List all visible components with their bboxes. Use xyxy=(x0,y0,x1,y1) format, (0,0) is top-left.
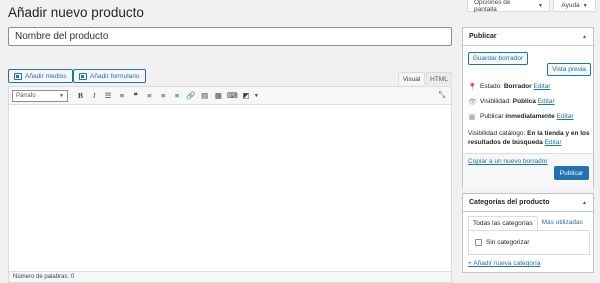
collapse-icon[interactable]: ▲ xyxy=(582,200,587,206)
fullscreen-icon[interactable]: ⤡ xyxy=(439,90,445,100)
visibility-value: Pública xyxy=(512,98,536,105)
tab-html[interactable]: HTML xyxy=(426,72,452,85)
publish-box: Publicar ▲ Guardar borrador Vista previa… xyxy=(462,27,594,189)
caret-down-icon: ▼ xyxy=(538,2,543,9)
category-label: Sin categorizar xyxy=(486,239,530,246)
status-row: 📍 Estado: Borrador Editar xyxy=(468,83,550,91)
add-form-label: Añadir formulario xyxy=(90,72,140,80)
copy-draft-link[interactable]: Copiar a un nuevo borrador xyxy=(468,158,548,165)
calendar-icon: ▦ xyxy=(468,114,476,121)
toolbar-toggle-icon[interactable]: ▦ xyxy=(212,90,225,102)
align-center-icon[interactable]: ≡ xyxy=(157,90,170,102)
collapse-icon[interactable]: ▲ xyxy=(582,34,587,40)
visibility-row: 👁 Visibilidad: Pública Editar xyxy=(468,98,555,106)
product-title-input[interactable]: Nombre del producto xyxy=(8,27,452,46)
publish-label: Publicar xyxy=(480,113,504,120)
category-list: Sin categorizar xyxy=(468,230,590,255)
categories-tabs: Todas las categorías Más utilizadas xyxy=(468,216,590,230)
chevron-down-icon: ▼ xyxy=(59,92,64,99)
add-media-label: Añadir medios xyxy=(25,72,67,80)
blockquote-icon[interactable]: ❝ xyxy=(129,90,142,102)
link-icon[interactable]: 🔗 xyxy=(184,90,197,102)
edit-status-link[interactable]: Editar xyxy=(533,83,550,90)
tab-most-used[interactable]: Más utilizadas xyxy=(538,216,587,230)
eye-icon: 👁 xyxy=(468,99,477,106)
form-icon[interactable]: ◩ xyxy=(240,90,253,102)
pin-icon: 📍 xyxy=(468,84,477,91)
schedule-row: ▦ Publicar inmediatamente Editar xyxy=(468,113,574,121)
tab-all-categories[interactable]: Todas las categorías xyxy=(468,216,538,230)
align-right-icon[interactable]: ≡ xyxy=(171,90,184,102)
numbered-list-icon[interactable]: ≡ xyxy=(115,90,128,102)
catalog-label: Visibilidad catálogo: xyxy=(468,130,526,137)
format-select-value: Párrafo xyxy=(16,92,36,99)
screen-options-button[interactable]: Opciones de pantalla ▼ xyxy=(467,0,550,13)
edit-schedule-link[interactable]: Editar xyxy=(557,113,574,120)
add-form-button[interactable]: Añadir formulario xyxy=(73,69,146,83)
chevron-down-icon[interactable]: ▼ xyxy=(253,90,259,102)
add-media-button[interactable]: Añadir medios xyxy=(8,69,73,83)
editor-toolbar: Párrafo ▼ B I ☰ ≡ ❝ ≡ ≡ ≡ 🔗 ▤ ▦ ⌨ ◩ ▼ ⤡ xyxy=(9,87,451,105)
page-title: Añadir nuevo producto xyxy=(8,5,144,20)
read-more-icon[interactable]: ▤ xyxy=(198,90,211,102)
caret-down-icon: ▼ xyxy=(582,2,588,9)
product-title-placeholder: Nombre del producto xyxy=(15,31,109,42)
categories-panel: Todas las categorías Más utilizadas Sin … xyxy=(468,216,590,255)
align-left-icon[interactable]: ≡ xyxy=(143,90,156,102)
publish-button[interactable]: Publicar xyxy=(554,166,589,180)
categories-box: Categorías del producto ▲ Todas las cate… xyxy=(462,193,594,273)
italic-icon[interactable]: I xyxy=(88,90,101,102)
edit-catalog-link[interactable]: Editar xyxy=(545,139,562,146)
screen-options-label: Opciones de pantalla xyxy=(474,0,511,13)
status-label: Estado: xyxy=(480,83,503,90)
format-select[interactable]: Párrafo ▼ xyxy=(12,89,68,102)
keyboard-icon[interactable]: ⌨ xyxy=(226,90,239,102)
save-draft-button[interactable]: Guardar borrador xyxy=(468,52,528,65)
bullet-list-icon[interactable]: ☰ xyxy=(102,90,115,102)
add-category-link[interactable]: + Añadir nueva categoría xyxy=(468,260,540,267)
form-icon xyxy=(79,72,87,80)
edit-visibility-link[interactable]: Editar xyxy=(538,98,555,105)
tab-visual[interactable]: Visual xyxy=(398,72,425,85)
visibility-label: Visibilidad: xyxy=(480,98,511,105)
catalog-visibility-row: Visibilidad catálogo: En la tienda y en … xyxy=(468,129,590,148)
publish-actions: Copiar a un nuevo borrador Publicar xyxy=(463,153,593,189)
preview-button[interactable]: Vista previa xyxy=(547,63,591,76)
category-checkbox[interactable] xyxy=(475,239,482,246)
word-count: Número de palabras: 0 xyxy=(9,271,451,282)
publish-heading: Publicar xyxy=(469,33,497,40)
help-label: Ayuda xyxy=(561,2,580,9)
bold-icon[interactable]: B xyxy=(74,90,87,102)
content-editor[interactable]: Párrafo ▼ B I ☰ ≡ ❝ ≡ ≡ ≡ 🔗 ▤ ▦ ⌨ ◩ ▼ ⤡ … xyxy=(8,86,452,283)
categories-heading: Categorías del producto xyxy=(469,199,550,206)
help-button[interactable]: Ayuda ▼ xyxy=(553,0,596,12)
media-icon xyxy=(14,72,22,80)
publish-value: inmediatamente xyxy=(505,113,555,120)
status-value: Borrador xyxy=(503,83,532,90)
publish-box-header[interactable]: Publicar ▲ xyxy=(463,28,593,46)
categories-box-header[interactable]: Categorías del producto ▲ xyxy=(463,194,593,212)
